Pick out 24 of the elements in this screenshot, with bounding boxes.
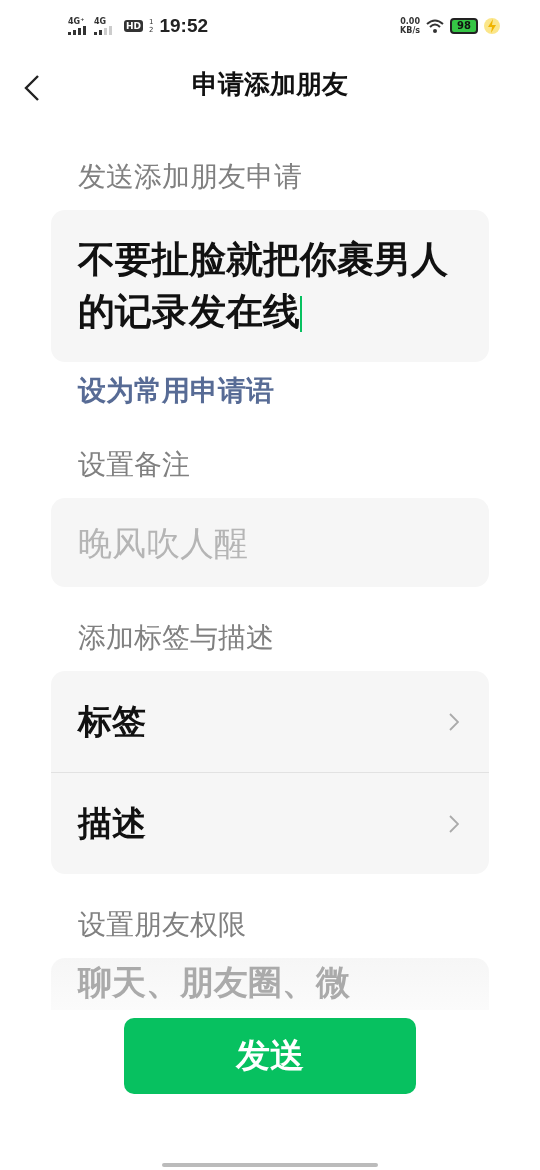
section-label: 设置朋友权限 bbox=[77, 907, 247, 943]
wifi-icon bbox=[426, 19, 445, 33]
chevron-icon bbox=[449, 814, 459, 833]
remark-field[interactable]: 晚风吹人醒 bbox=[51, 498, 489, 587]
back-icon[interactable] bbox=[24, 74, 40, 102]
save-phrase-link[interactable]: 设为常用申请语 bbox=[51, 372, 274, 410]
section-label: 添加标签与描述 bbox=[77, 620, 275, 656]
network-speed: 0.00 bbox=[400, 17, 420, 26]
hd-badge: HD bbox=[124, 20, 143, 32]
list-item[interactable]: 标签 bbox=[51, 671, 489, 772]
chevron-icon bbox=[449, 712, 459, 731]
speed-unit: KB/s bbox=[400, 26, 421, 35]
list-item[interactable]: 描述 bbox=[51, 772, 489, 874]
page-title: 申请添加朋友 bbox=[192, 67, 348, 101]
charging-icon bbox=[484, 17, 500, 35]
battery-level: 98 bbox=[450, 18, 478, 34]
clock-time: 19:52 bbox=[159, 15, 209, 37]
section-label: 发送添加朋友申请 bbox=[77, 159, 303, 195]
signal-icon bbox=[94, 26, 114, 35]
section-label: 设置备注 bbox=[77, 447, 191, 483]
signal-icon bbox=[68, 26, 88, 35]
network-label: 4G⁺ bbox=[68, 17, 85, 26]
message-field[interactable]: 不要扯脸就把你裹男人的记录发在线 bbox=[51, 210, 489, 362]
network-label: 4G bbox=[94, 17, 107, 26]
